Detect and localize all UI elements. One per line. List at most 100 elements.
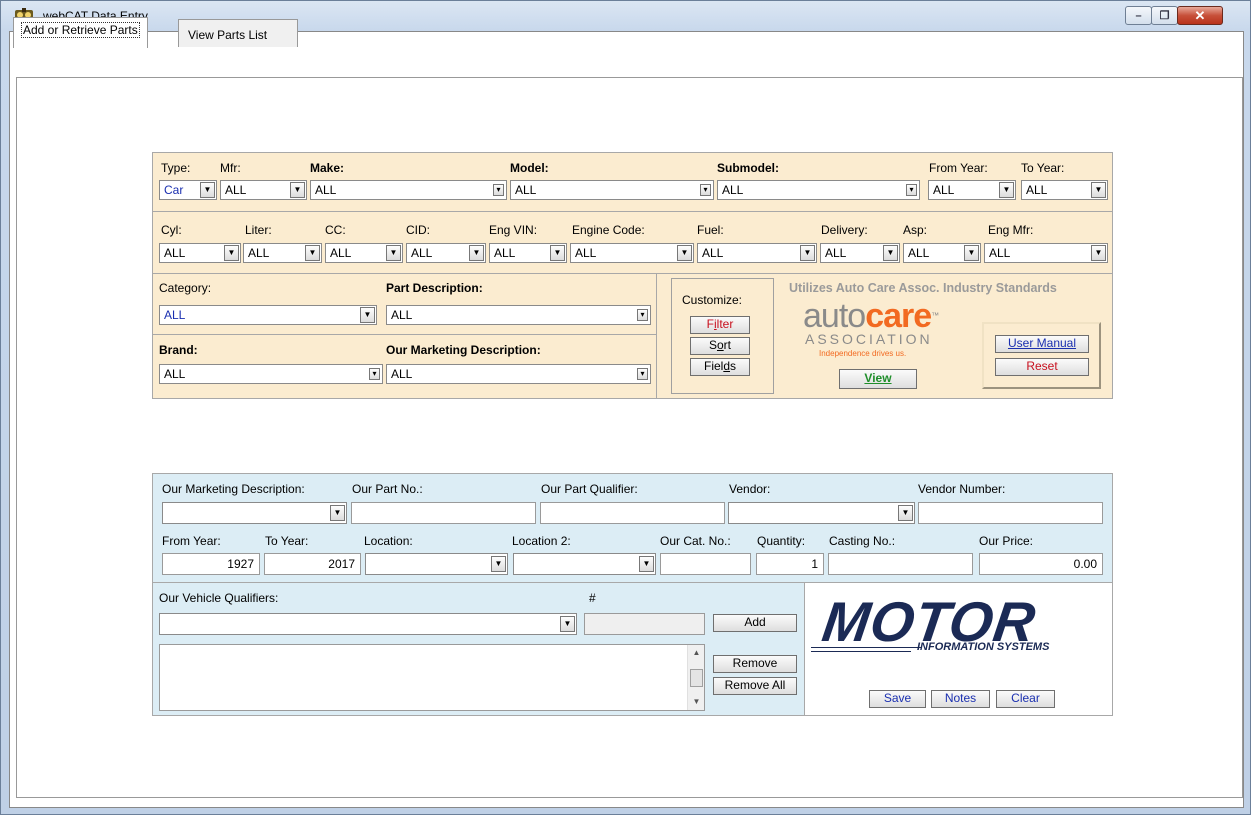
delivery-label: Delivery:: [821, 223, 868, 237]
category-select[interactable]: ALL ▼: [159, 305, 377, 325]
tab-add-or-retrieve-parts[interactable]: Add or Retrieve Parts: [13, 17, 148, 48]
make-label: Make:: [310, 161, 345, 175]
from-year-select[interactable]: ALL ▼: [928, 180, 1016, 200]
filter-button[interactable]: Filter: [690, 316, 750, 334]
divider: [153, 334, 656, 335]
autocare-logo-tm: ™: [931, 311, 939, 320]
chevron-down-icon: ▼: [200, 182, 215, 198]
to-year-value: ALL: [1026, 183, 1048, 197]
submodel-select[interactable]: ALL ▾: [717, 180, 920, 200]
cid-label: CID:: [406, 223, 430, 237]
view-button[interactable]: View: [839, 369, 917, 389]
vendor-select[interactable]: ▼: [728, 502, 915, 524]
vehicle-qualifier-select[interactable]: ▼: [159, 613, 577, 635]
motor-logo-line: [811, 651, 911, 652]
chevron-down-icon: ▾: [493, 184, 504, 196]
eng-mfr-value: ALL: [989, 246, 1011, 260]
our-part-no-label: Our Part No.:: [352, 482, 423, 496]
type-select[interactable]: Car ▼: [159, 180, 217, 200]
delivery-select[interactable]: ALL ▼: [820, 243, 900, 263]
fuel-select[interactable]: ALL ▼: [697, 243, 817, 263]
brand-select[interactable]: ALL ▾: [159, 364, 383, 384]
minimize-button[interactable]: –: [1125, 6, 1152, 25]
chevron-down-icon: ▼: [800, 245, 815, 261]
tab-view-parts-list[interactable]: View Parts List: [178, 19, 298, 47]
sort-button[interactable]: Sort: [690, 337, 750, 355]
vendor-number-input[interactable]: [918, 502, 1103, 524]
minimize-icon: –: [1135, 9, 1142, 22]
divider: [656, 273, 657, 398]
our-marketing-description-select[interactable]: ALL ▾: [386, 364, 651, 384]
make-select[interactable]: ALL ▾: [310, 180, 507, 200]
part-description-select[interactable]: ALL ▾: [386, 305, 651, 325]
from-year-label: From Year:: [162, 534, 221, 548]
scroll-thumb[interactable]: [690, 669, 703, 687]
eng-mfr-select[interactable]: ALL ▼: [984, 243, 1108, 263]
submodel-value: ALL: [722, 183, 744, 197]
quantity-input[interactable]: 1: [756, 553, 824, 575]
quantity-label: Quantity:: [757, 534, 806, 548]
chevron-down-icon: ▼: [360, 307, 375, 323]
cc-select[interactable]: ALL ▼: [325, 243, 403, 263]
customize-box: Customize: Filter Sort Fields: [671, 278, 774, 394]
notes-button[interactable]: Notes: [931, 690, 990, 708]
user-manual-button[interactable]: User Manual: [995, 335, 1089, 353]
brand-label: Brand:: [159, 343, 198, 357]
engine-code-select[interactable]: ALL ▼: [570, 243, 694, 263]
casting-no-input[interactable]: [828, 553, 973, 575]
part-description-label: Part Description:: [386, 281, 483, 295]
customize-label: Customize:: [682, 293, 743, 307]
our-part-qualifier-input[interactable]: [540, 502, 725, 524]
close-icon: ✕: [1194, 7, 1206, 23]
location-select[interactable]: ▼: [365, 553, 508, 575]
our-price-label: Our Price:: [979, 534, 1034, 548]
qualifier-number-input[interactable]: [584, 613, 705, 635]
from-year-input[interactable]: 1927: [162, 553, 260, 575]
our-cat-no-input[interactable]: [660, 553, 751, 575]
restore-button[interactable]: ❐: [1151, 6, 1178, 25]
model-select[interactable]: ALL ▾: [510, 180, 714, 200]
autocare-logo-association: ASSOCIATION: [805, 331, 933, 347]
our-marketing-description-value: ALL: [391, 367, 413, 381]
liter-select[interactable]: ALL ▼: [243, 243, 322, 263]
asp-select[interactable]: ALL ▼: [903, 243, 981, 263]
our-cat-no-label: Our Cat. No.:: [660, 534, 731, 548]
scroll-up-icon[interactable]: ▲: [688, 645, 705, 661]
our-marketing-description-select[interactable]: ▼: [162, 502, 347, 524]
restore-icon: ❐: [1159, 10, 1170, 22]
remove-button[interactable]: Remove: [713, 655, 797, 673]
to-year-select[interactable]: ALL ▼: [1021, 180, 1108, 200]
add-button[interactable]: Add: [713, 614, 797, 632]
our-price-input[interactable]: 0.00: [979, 553, 1103, 575]
to-year-label: To Year:: [1021, 161, 1065, 175]
close-button[interactable]: ✕: [1177, 6, 1223, 25]
vendor-number-label: Vendor Number:: [918, 482, 1006, 496]
our-part-no-input[interactable]: [351, 502, 536, 524]
clear-button[interactable]: Clear: [996, 690, 1055, 708]
scroll-down-icon[interactable]: ▼: [688, 694, 705, 710]
cid-select[interactable]: ALL ▼: [406, 243, 486, 263]
remove-all-button[interactable]: Remove All: [713, 677, 797, 695]
mfr-select[interactable]: ALL ▼: [220, 180, 307, 200]
cyl-select[interactable]: ALL ▼: [159, 243, 241, 263]
autocare-logo: autocare™ ASSOCIATION Independence drive…: [803, 299, 963, 361]
autocare-heading: Utilizes Auto Care Assoc. Industry Stand…: [789, 281, 1057, 295]
to-year-input[interactable]: 2017: [264, 553, 361, 575]
eng-vin-select[interactable]: ALL ▼: [489, 243, 567, 263]
qualifiers-list[interactable]: ▲ ▼: [159, 644, 705, 711]
brand-value: ALL: [164, 367, 186, 381]
save-button[interactable]: Save: [869, 690, 926, 708]
eng-mfr-label: Eng Mfr:: [988, 223, 1034, 237]
qualifiers-scrollbar[interactable]: ▲ ▼: [687, 645, 704, 710]
asp-value: ALL: [908, 246, 930, 260]
chevron-down-icon: ▼: [305, 245, 320, 261]
liter-label: Liter:: [245, 223, 272, 237]
reset-button[interactable]: Reset: [995, 358, 1089, 376]
motor-logo-subtitle: INFORMATION SYSTEMS: [917, 641, 1050, 653]
category-label: Category:: [159, 281, 212, 295]
location2-select[interactable]: ▼: [513, 553, 656, 575]
eng-vin-value: ALL: [494, 246, 516, 260]
motor-logo: MOTOR INFORMATION SYSTEMS: [811, 590, 1107, 660]
fields-button[interactable]: Fields: [690, 358, 750, 376]
fuel-label: Fuel:: [697, 223, 724, 237]
